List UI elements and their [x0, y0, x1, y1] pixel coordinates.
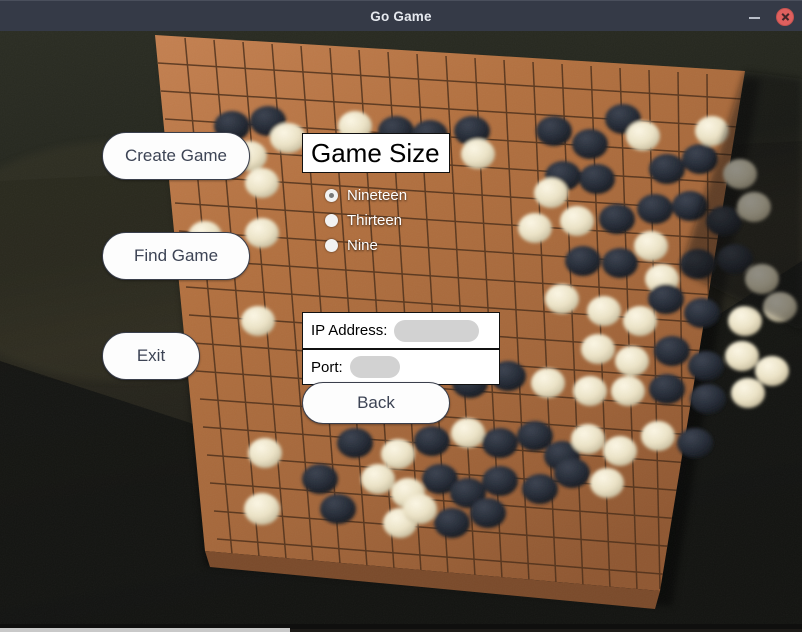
game-size-header: Game Size — [302, 133, 450, 173]
radio-button-icon[interactable] — [325, 214, 338, 227]
radio-label-nine: Nine — [347, 237, 378, 254]
port-label: Port: — [311, 358, 343, 376]
radio-button-icon[interactable] — [325, 189, 338, 202]
ip-address-row: IP Address: — [302, 312, 500, 349]
radio-option-thirteen[interactable]: Thirteen — [325, 208, 505, 233]
ip-address-label: IP Address: — [311, 322, 388, 339]
find-game-button[interactable]: Find Game — [102, 232, 250, 280]
app-window: Go Game Create Game Find Game Exit Game … — [0, 0, 802, 632]
window-controls — [748, 1, 794, 32]
radio-label-thirteen: Thirteen — [347, 212, 403, 229]
port-input[interactable] — [349, 356, 400, 378]
back-button[interactable]: Back — [302, 382, 450, 424]
game-size-radio-group: Nineteen Thirteen Nine — [325, 183, 505, 258]
radio-option-nine[interactable]: Nine — [325, 233, 505, 258]
create-game-button[interactable]: Create Game — [102, 132, 250, 180]
minimize-icon[interactable] — [748, 10, 762, 24]
title-bar: Go Game — [0, 0, 802, 31]
radio-option-nineteen[interactable]: Nineteen — [325, 183, 505, 208]
radio-button-icon[interactable] — [325, 239, 338, 252]
radio-label-nineteen: Nineteen — [347, 187, 408, 204]
close-icon[interactable] — [776, 7, 794, 26]
port-row: Port: — [302, 349, 500, 385]
ip-address-input[interactable] — [394, 319, 480, 342]
menu-overlay: Create Game Find Game Exit Game Size Nin… — [0, 31, 802, 632]
exit-button[interactable]: Exit — [102, 332, 200, 380]
window-title: Go Game — [370, 8, 432, 24]
